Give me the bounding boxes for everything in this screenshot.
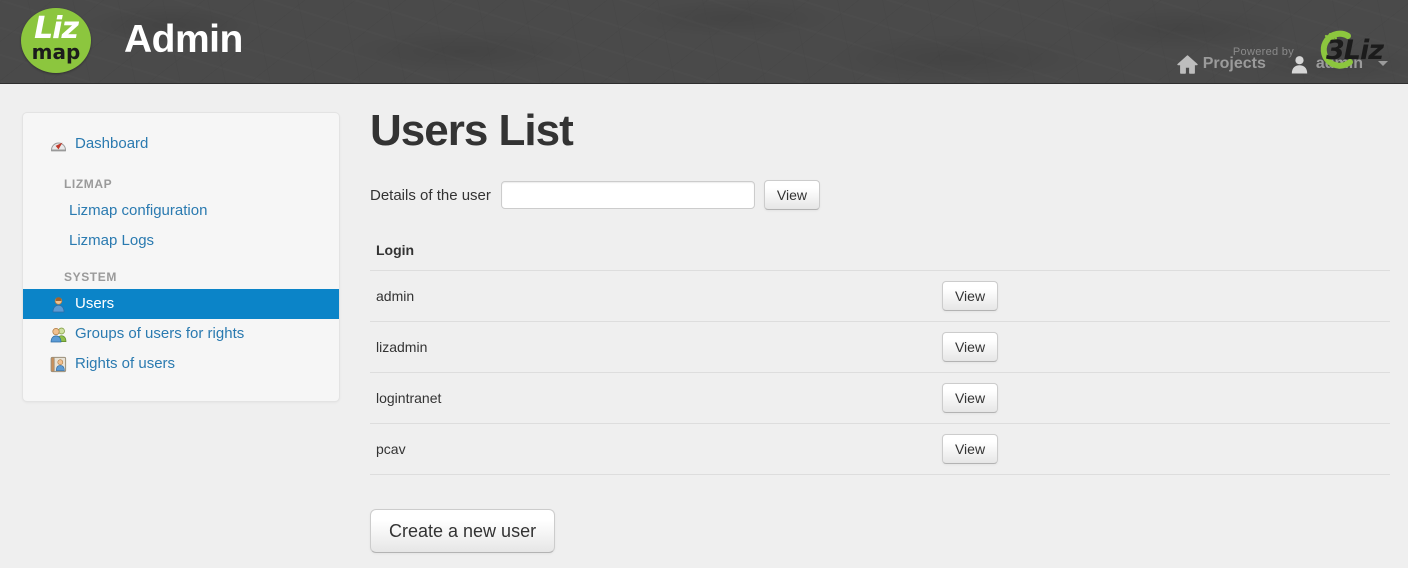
row-view-button[interactable]: View (941, 332, 999, 363)
table-row: lizadmin View (370, 321, 1390, 374)
dashboard-gauge-icon (50, 136, 67, 153)
user-login-cell: admin (370, 270, 933, 323)
create-user-wrap: Create a new user (370, 509, 1390, 554)
users-table-body: admin View lizadmin View logintranet Vie… (370, 270, 1390, 476)
user-login-cell: logintranet (370, 372, 933, 425)
users-table-header-row: Login (370, 242, 1390, 272)
user-action-cell: View (932, 423, 1390, 476)
column-header-actions (932, 242, 1390, 272)
user-action-cell: View (932, 321, 1390, 374)
create-new-user-button[interactable]: Create a new user (370, 509, 556, 554)
sidebar-section-system: SYSTEM (64, 270, 117, 284)
user-action-cell: View (932, 270, 1390, 323)
sidebar-item-groups-of-users[interactable]: Groups of users for rights (23, 319, 339, 349)
sidebar-item-rights-of-users[interactable]: Rights of users (23, 349, 339, 379)
sidebar-item-groups-of-users-label: Groups of users for rights (75, 325, 245, 342)
user-search-label: Details of the user (370, 186, 491, 204)
row-view-button[interactable]: View (941, 281, 999, 312)
user-login-cell: pcav (370, 423, 933, 476)
user-search-row: Details of the user View (370, 180, 1390, 211)
user-login-cell: lizadmin (370, 321, 933, 374)
user-card-icon (50, 356, 67, 373)
sidebar-item-lizmap-configuration[interactable]: Lizmap configuration (23, 196, 339, 226)
row-view-button[interactable]: View (941, 383, 999, 414)
app-title: Admin (124, 18, 243, 61)
powered-by-label: Powered by (1232, 46, 1294, 58)
lizmap-logo-map-text: map (31, 40, 81, 64)
sidebar-item-dashboard[interactable]: Dashboard (23, 129, 339, 159)
user-search-view-button[interactable]: View (763, 180, 820, 211)
table-row: logintranet View (370, 372, 1390, 425)
sidebar-item-lizmap-configuration-label: Lizmap configuration (69, 202, 208, 219)
users-table: Login admin View lizadmin View logintran… (370, 242, 1390, 476)
3liz-logo-text: 3Liz (1326, 35, 1384, 66)
page-title: Users List (370, 106, 574, 155)
table-row: pcav View (370, 423, 1390, 476)
sidebar-item-lizmap-logs-label: Lizmap Logs (69, 232, 155, 249)
main-content: Users List Details of the user View Logi… (370, 106, 1390, 554)
sidebar-item-lizmap-logs[interactable]: Lizmap Logs (23, 226, 339, 256)
home-icon (1177, 55, 1198, 74)
footer-credit: Powered by 3Liz (1233, 28, 1400, 76)
sidebar-item-users-label: Users (75, 295, 115, 312)
sidebar-item-users[interactable]: Users (23, 289, 339, 319)
row-view-button[interactable]: View (941, 434, 999, 465)
top-navbar: Liz map Admin Projects admin (0, 0, 1408, 84)
column-header-login: Login (370, 242, 933, 272)
sidebar-item-rights-of-users-label: Rights of users (75, 355, 176, 372)
table-row: admin View (370, 270, 1390, 323)
sidebar: Dashboard LIZMAP Lizmap configuration Li… (22, 112, 340, 402)
lizmap-logo[interactable]: Liz map (21, 8, 91, 73)
sidebar-section-lizmap: LIZMAP (64, 177, 113, 191)
sidebar-item-dashboard-label: Dashboard (75, 135, 149, 152)
users-group-icon (50, 326, 67, 343)
user-action-cell: View (932, 372, 1390, 425)
3liz-logo[interactable]: 3Liz (1304, 28, 1400, 76)
user-single-icon (50, 296, 67, 313)
user-search-input[interactable] (500, 181, 755, 210)
users-table-head: Login (370, 242, 1390, 272)
